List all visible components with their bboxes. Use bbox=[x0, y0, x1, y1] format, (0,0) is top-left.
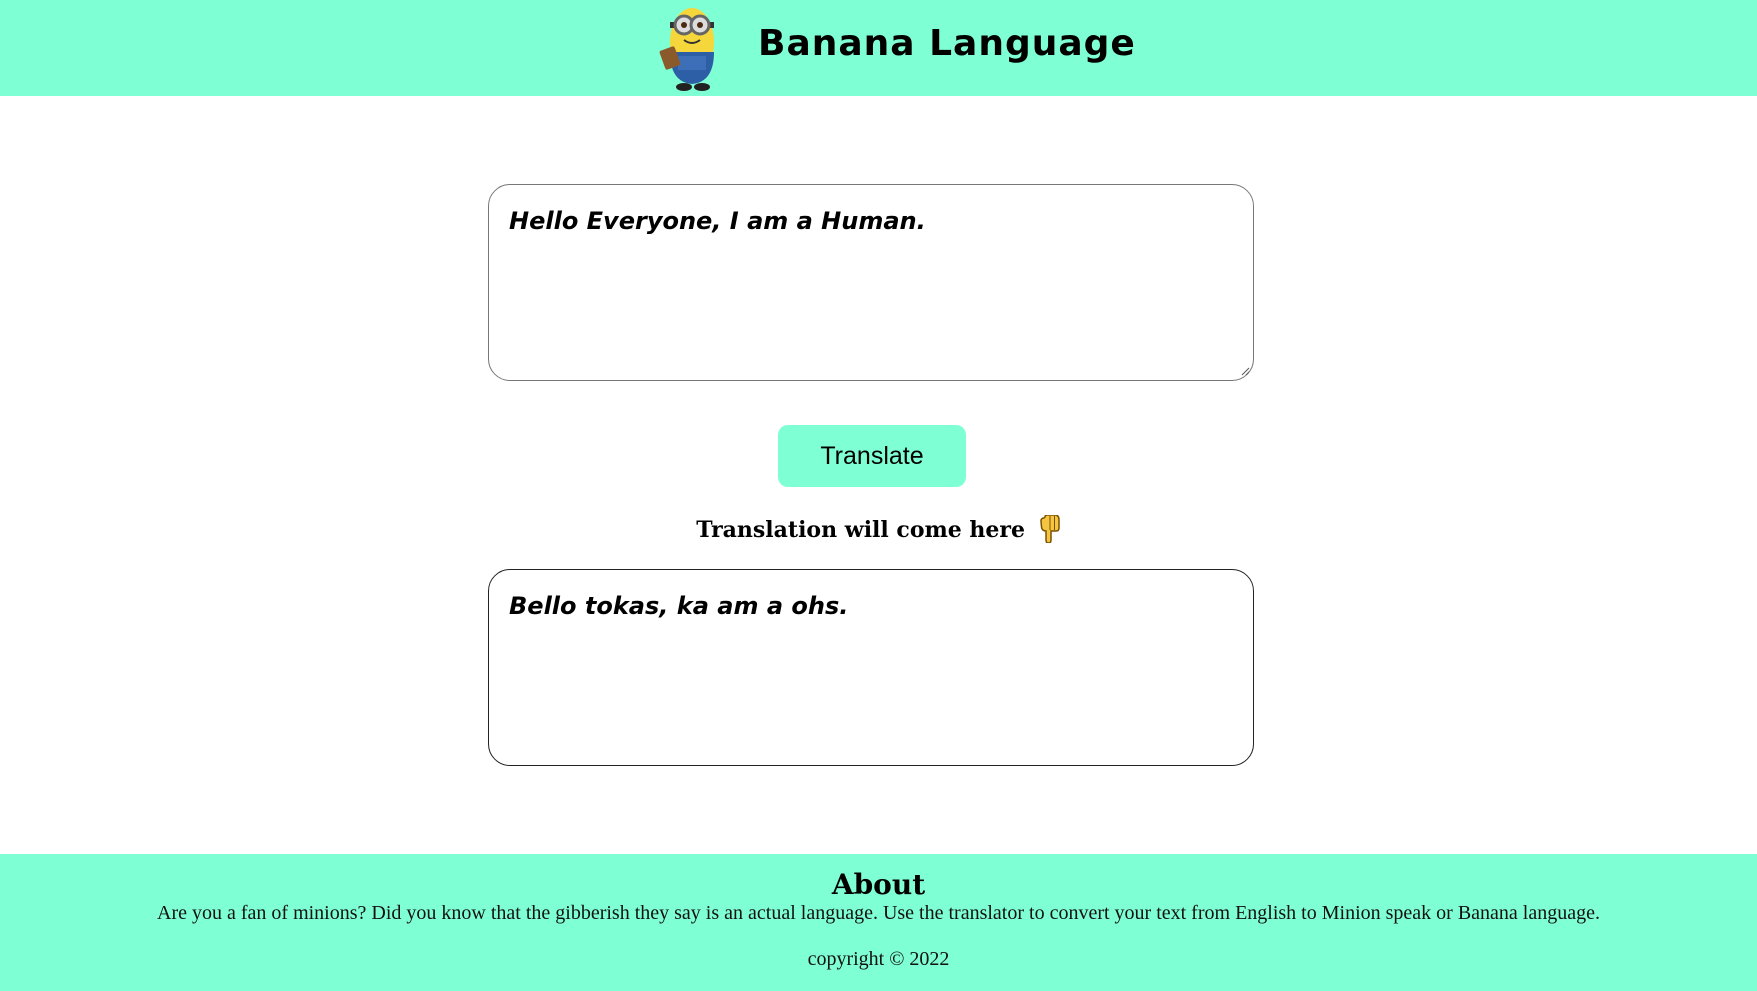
pointing-down-hand-icon bbox=[1039, 515, 1060, 543]
copyright-text: copyright © 2022 bbox=[807, 948, 950, 970]
output-box: Bello tokas, ka am a ohs. bbox=[488, 569, 1254, 766]
output-text: Bello tokas, ka am a ohs. bbox=[509, 592, 849, 620]
translation-hint-text: Translation will come here bbox=[696, 517, 1026, 543]
resize-handle-icon[interactable] bbox=[1240, 366, 1250, 376]
input-textarea[interactable]: Hello Everyone, I am a Human. bbox=[488, 184, 1254, 381]
app-title: Banana Language bbox=[758, 23, 1136, 64]
header-bar: Banana Language bbox=[0, 0, 1757, 96]
page: Banana Language Hello Everyone, I am a H… bbox=[0, 0, 1757, 991]
translate-button[interactable]: Translate bbox=[778, 425, 966, 487]
minion-icon bbox=[659, 8, 714, 91]
footer: About Are you a fan of minions? Did you … bbox=[0, 854, 1757, 991]
translation-hint: Translation will come here bbox=[0, 515, 1757, 543]
about-text: Are you a fan of minions? Did you know t… bbox=[157, 902, 1600, 924]
about-heading: About bbox=[831, 868, 926, 901]
